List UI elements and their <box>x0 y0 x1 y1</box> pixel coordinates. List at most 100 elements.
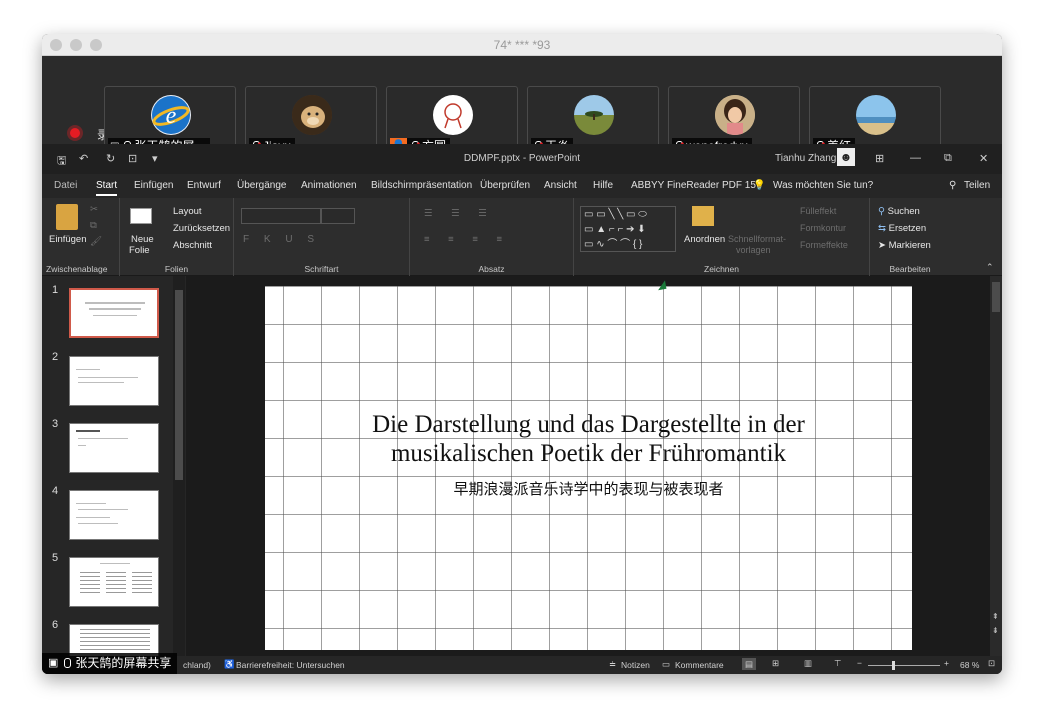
font-size-select[interactable] <box>321 208 355 224</box>
tab-einfuegen[interactable]: Einfügen <box>134 180 173 191</box>
notes-button[interactable]: Notizen <box>621 660 650 670</box>
section-button[interactable]: Abschnitt <box>173 240 212 251</box>
tab-start[interactable]: Start <box>96 180 118 196</box>
close-icon[interactable]: ✕ <box>979 152 988 165</box>
slide-thumbnail-2[interactable] <box>69 356 159 406</box>
beach-photo-avatar <box>856 95 896 135</box>
slide-sorter-icon[interactable]: ⊞ <box>772 658 779 669</box>
user-avatar[interactable]: ☻ <box>837 148 855 166</box>
shape-fill-button[interactable]: Fülleffekt <box>800 206 836 216</box>
user-name[interactable]: Tianhu Zhang <box>775 153 836 164</box>
restore-icon[interactable]: ⧉ <box>944 152 952 165</box>
language-status[interactable]: chland) <box>183 660 211 670</box>
slide-title-line-1: Die Darstellung und das Dargestellte in … <box>372 411 805 438</box>
fit-to-window-icon[interactable]: ⊡ <box>988 658 995 669</box>
window-title: 74* *** *93 <box>493 38 551 52</box>
prev-slide-icon[interactable]: ⇞ <box>992 612 999 621</box>
tab-hilfe[interactable]: Hilfe <box>593 180 613 191</box>
zoom-out-icon[interactable]: − <box>857 658 862 668</box>
slide-editor-area: Die Darstellung und das Dargestellte in … <box>186 276 1002 656</box>
shapes-gallery[interactable]: ▭ ▭ ╲ ╲ ▭ ⬭ ▭ ▲ ⌐ ⌐ ➔ ⬇ ▭ ∿ ⌒ ⌒ { } <box>580 206 676 252</box>
slide-thumbnail-3[interactable] <box>69 423 159 473</box>
slide-subtitle[interactable]: 早期浪漫派音乐诗学中的表现与被表现者 <box>265 478 912 499</box>
tell-me-search[interactable]: Was möchten Sie tun? <box>773 180 873 191</box>
slide-thumbnail-6[interactable] <box>69 624 159 656</box>
tab-abbyy[interactable]: ABBYY FineReader PDF 15 <box>631 180 756 191</box>
font-name-select[interactable] <box>241 208 321 224</box>
collapse-ribbon-icon[interactable]: ⌃ <box>986 262 994 273</box>
find-button[interactable]: ⚲ Suchen <box>878 206 920 217</box>
font-format-icons[interactable]: F K U S <box>243 234 320 245</box>
arrange-button[interactable]: Anordnen <box>684 234 725 245</box>
shape-outline-button[interactable]: Formkontur <box>800 223 846 233</box>
zoom-slider-thumb[interactable] <box>892 661 895 670</box>
shape-effects-button[interactable]: Formeffekte <box>800 240 848 250</box>
zoom-in-icon[interactable]: + <box>944 658 949 668</box>
quick-styles-label-2[interactable]: vorlagen <box>736 245 771 255</box>
accessibility-status[interactable]: Barrierefreiheit: Untersuchen <box>236 660 345 670</box>
logo-avatar <box>433 95 473 135</box>
replace-button[interactable]: ⇆ Ersetzen <box>878 223 926 234</box>
group-label-drawing: Zeichnen <box>704 264 739 274</box>
tab-entwurf[interactable]: Entwurf <box>187 180 221 191</box>
next-slide-icon[interactable]: ⇟ <box>992 626 999 635</box>
quick-styles-label-1[interactable]: Schnellformat- <box>728 234 786 244</box>
slideshow-icon[interactable]: ⊤ <box>834 658 841 669</box>
list-icons[interactable]: ☰ ☰ ☰ <box>424 208 495 219</box>
tab-uebergaenge[interactable]: Übergänge <box>237 180 286 191</box>
normal-view-icon[interactable]: ▤ <box>742 658 756 670</box>
tab-ueberpruefen[interactable]: Überprüfen <box>480 180 530 191</box>
scrollbar-thumb[interactable] <box>175 290 183 480</box>
slide-thumbnail-5[interactable] <box>69 557 159 607</box>
slide-title[interactable]: Die Darstellung und das Dargestellte in … <box>265 410 912 468</box>
app-window: 74* *** *93 录制中 e ▣张天鹄的屏… Jiayu 👤方圆 <box>42 34 1002 674</box>
ribbon: Einfügen ✂ ⧉ 🖌 Zwischenablage Neue Folie… <box>42 198 1002 276</box>
slide-thumbnail-4[interactable] <box>69 490 159 540</box>
slide-number: 4 <box>52 485 59 497</box>
group-label-paragraph: Absatz <box>478 264 505 274</box>
new-slide-label-2[interactable]: Folie <box>129 245 150 256</box>
copy-icon[interactable]: ⧉ <box>90 220 97 231</box>
minimize-icon[interactable]: — <box>910 152 921 164</box>
share-button[interactable]: Teilen <box>964 180 990 191</box>
search-icon: ⚲ <box>878 206 885 217</box>
group-editing: ⚲ Suchen ⇆ Ersetzen ➤ Markieren Bearbeit… <box>870 198 950 276</box>
mic-icon <box>62 657 72 670</box>
tab-animationen[interactable]: Animationen <box>301 180 357 191</box>
comments-button[interactable]: Kommentare <box>675 660 724 670</box>
group-clipboard: Einfügen ✂ ⧉ 🖌 Zwischenablage <box>42 198 120 276</box>
meeting-participant-bar: 录制中 e ▣张天鹄的屏… Jiayu 👤方圆 王炎 <box>42 56 1002 158</box>
group-label-slides: Folien <box>164 264 189 274</box>
reading-view-icon[interactable]: ▥ <box>804 658 812 669</box>
tab-bildschirmpraesentation[interactable]: Bildschirmpräsentation <box>371 180 472 191</box>
zoom-slider[interactable] <box>868 661 940 670</box>
ribbon-tabs: Datei Start Einfügen Entwurf Übergänge A… <box>42 174 1002 198</box>
svg-text:e: e <box>166 103 177 129</box>
slide-scrollbar[interactable]: ⇞ ⇟ <box>990 276 1002 656</box>
new-slide-label-1[interactable]: Neue <box>131 234 154 245</box>
format-painter-icon[interactable]: 🖌 <box>90 236 102 247</box>
group-label-font: Schriftart <box>304 264 339 274</box>
align-icons[interactable]: ≡ ≡ ≡ ≡ <box>424 234 510 245</box>
status-bar: chland) ♿ Barrierefreiheit: Untersuchen … <box>42 656 1002 674</box>
scrollbar-thumb[interactable] <box>992 282 1000 312</box>
landscape-photo-avatar <box>574 95 614 135</box>
new-slide-icon[interactable] <box>130 208 152 224</box>
tab-datei[interactable]: Datei <box>54 180 77 191</box>
comments-icon: ▭ <box>662 659 671 669</box>
select-arrow-icon: ➤ <box>878 240 886 251</box>
paste-button[interactable]: Einfügen <box>49 234 87 245</box>
zoom-level[interactable]: 68 % <box>960 660 979 670</box>
slide-thumbnail-1[interactable] <box>69 288 159 338</box>
tab-ansicht[interactable]: Ansicht <box>544 180 577 191</box>
arrange-icon[interactable] <box>692 206 714 226</box>
layout-button[interactable]: Layout <box>173 206 202 217</box>
ribbon-display-options-icon[interactable]: ⊞ <box>875 152 884 165</box>
select-button[interactable]: ➤ Markieren <box>878 240 931 251</box>
thumbnails-scrollbar[interactable] <box>173 276 185 656</box>
group-paragraph: ☰ ☰ ☰ ≡ ≡ ≡ ≡ Absatz <box>410 198 574 276</box>
current-slide[interactable]: Die Darstellung und das Dargestellte in … <box>265 286 912 650</box>
cut-icon[interactable]: ✂ <box>90 204 98 215</box>
reset-button[interactable]: Zurücksetzen <box>173 223 230 234</box>
paste-icon[interactable] <box>56 204 78 230</box>
